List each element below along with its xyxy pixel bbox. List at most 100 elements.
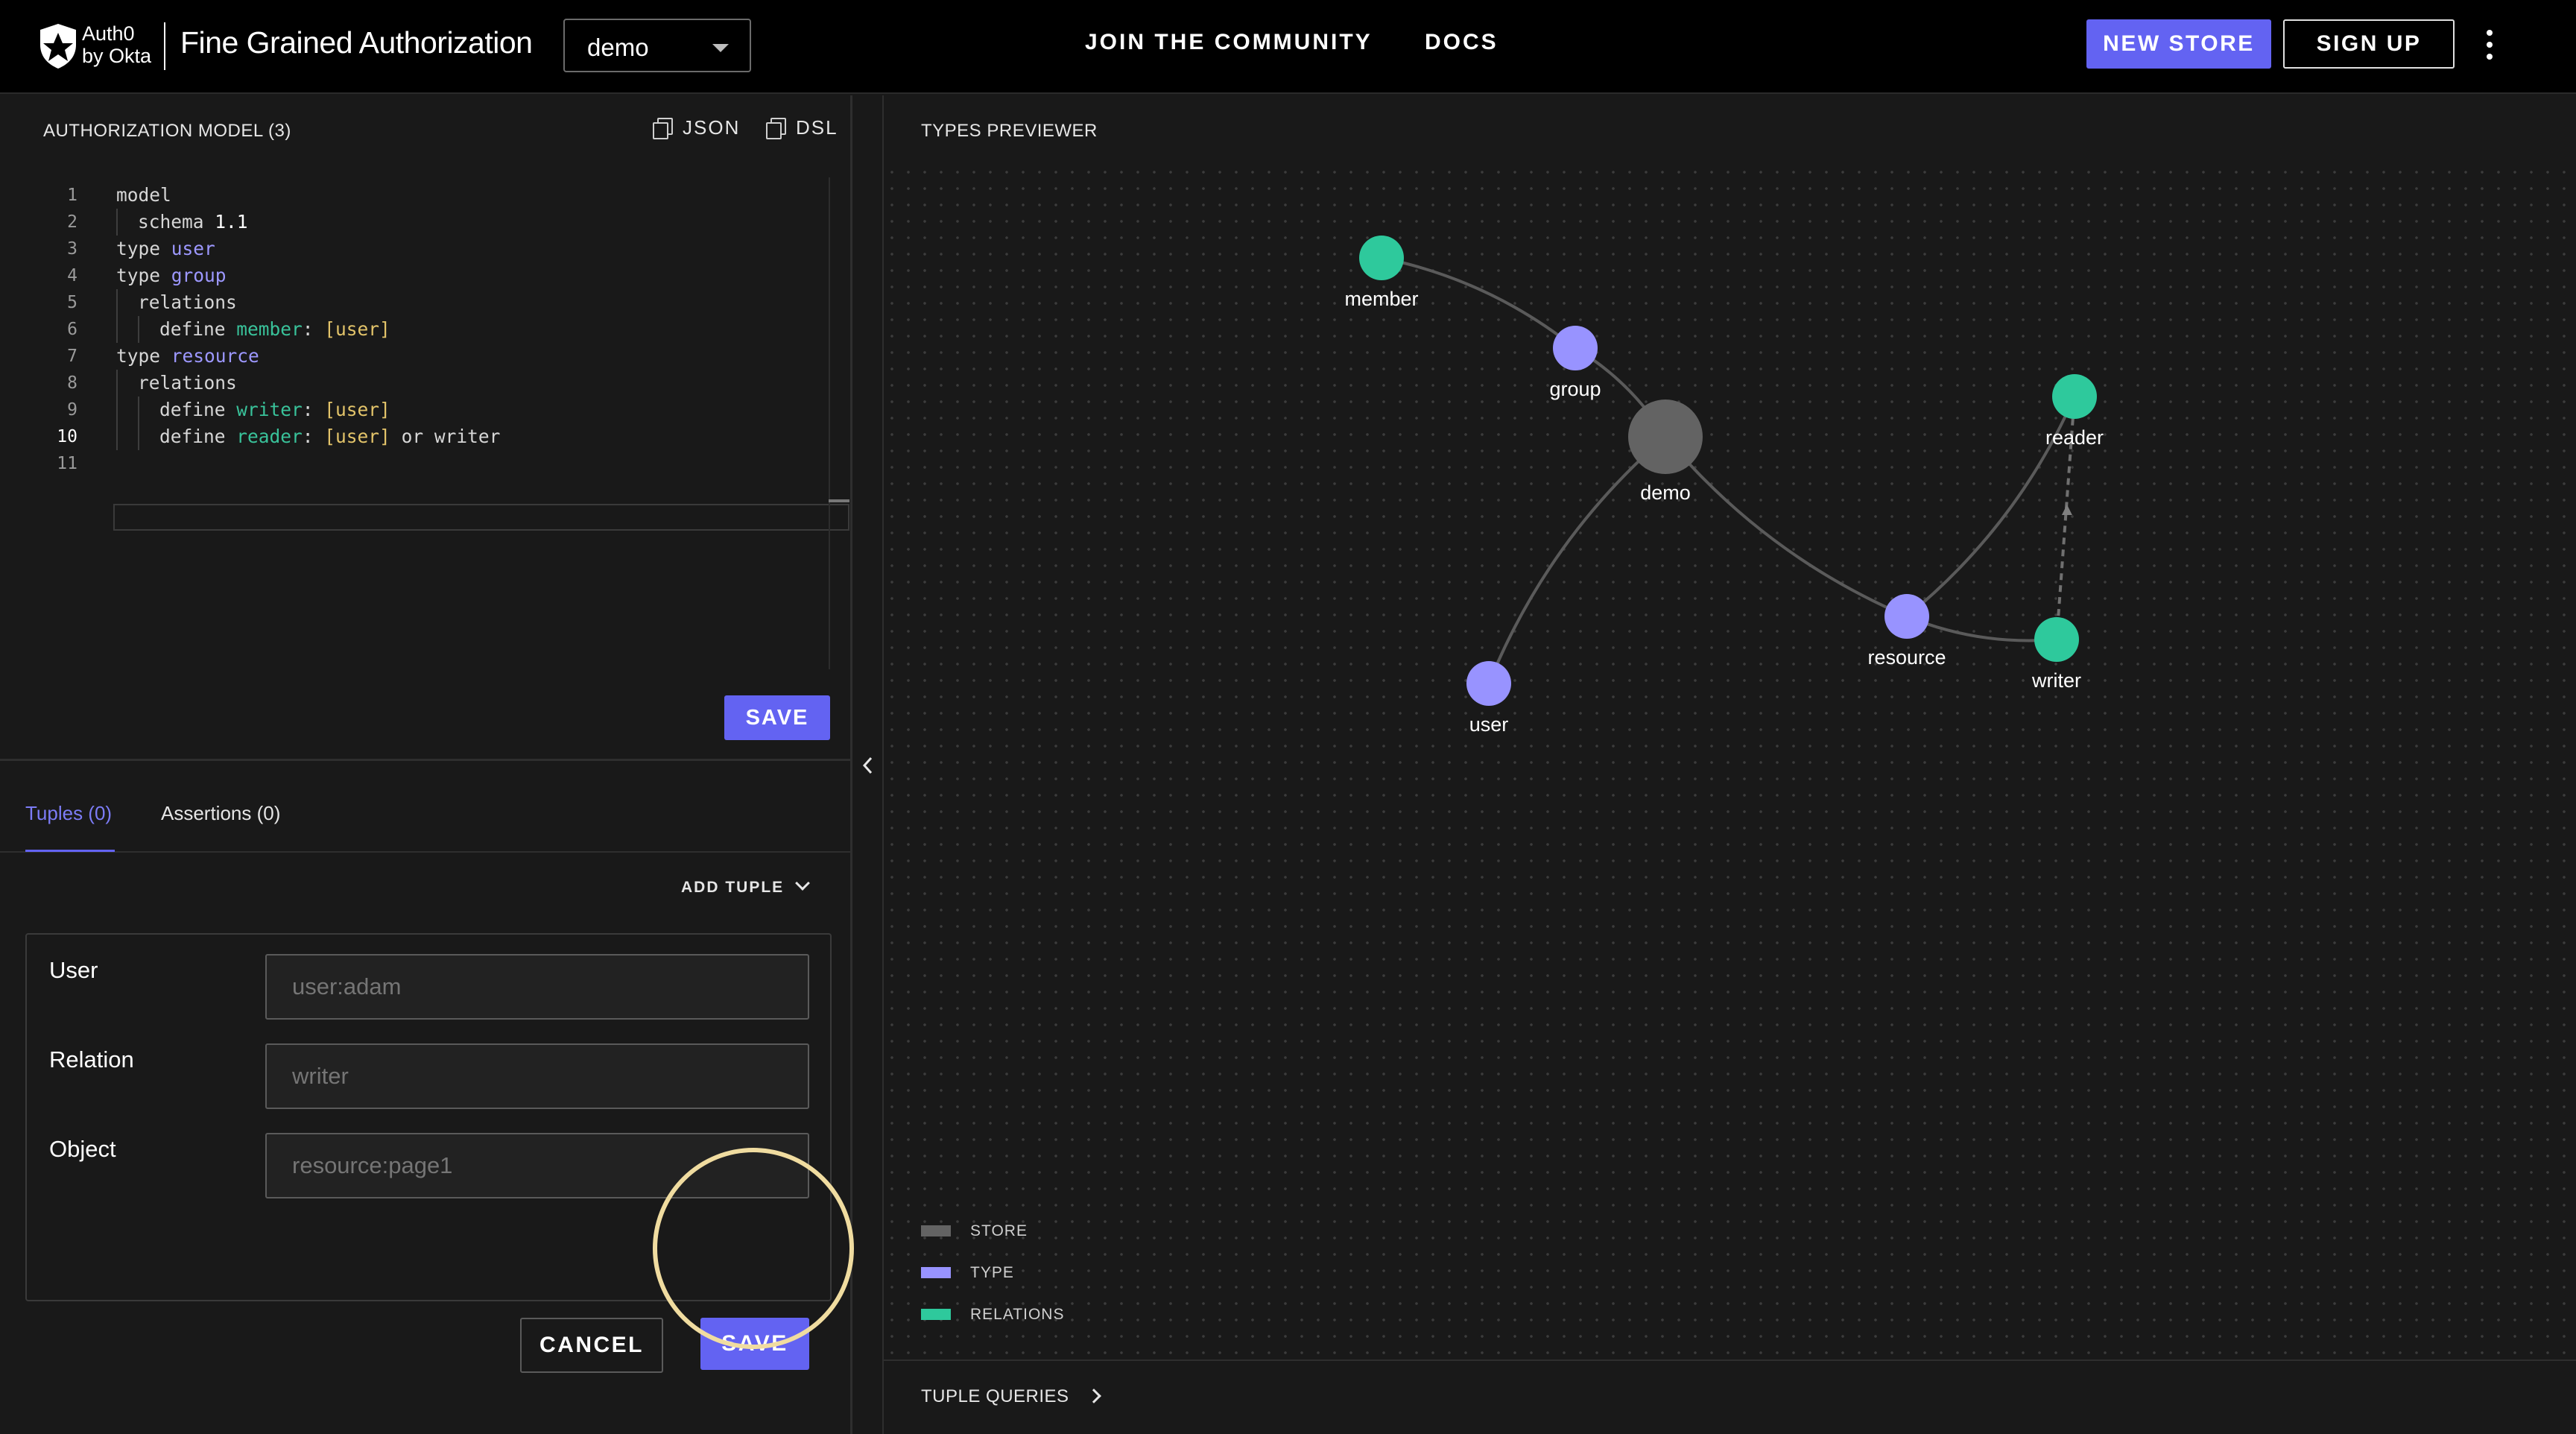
panel-divider — [0, 759, 852, 761]
graph-node-member[interactable] — [1359, 236, 1404, 280]
code-text: define member: [user] — [159, 318, 390, 340]
user-label: User — [49, 957, 98, 983]
line-number: 11 — [57, 454, 77, 473]
graph-node-label-demo: demo — [1640, 481, 1691, 504]
graph-node-user[interactable] — [1466, 661, 1511, 706]
code-text: schema 1.1 — [138, 211, 248, 233]
indent-guide — [138, 316, 139, 343]
line-number: 3 — [67, 239, 77, 259]
caret-down-icon — [712, 44, 729, 52]
save-tuple-button[interactable]: SAVE — [700, 1318, 809, 1370]
legend-store-swatch — [921, 1225, 951, 1236]
graph-node-label-member: member — [1344, 288, 1418, 310]
cancel-button[interactable]: CANCEL — [520, 1318, 663, 1373]
copy-dsl-label: DSL — [796, 116, 838, 139]
code-line[interactable]: 2 schema 1.1 — [0, 209, 852, 236]
legend-type: TYPE — [921, 1264, 1014, 1282]
indent-guide — [116, 289, 118, 316]
graph-node-writer[interactable] — [2034, 617, 2079, 662]
graph-node-label-resource: resource — [1867, 646, 1946, 669]
add-tuple-button[interactable]: ADD TUPLE — [681, 876, 811, 897]
code-line[interactable]: 11 — [0, 450, 852, 477]
graph-node-demo[interactable] — [1628, 399, 1703, 474]
chevron-left-icon[interactable] — [857, 754, 879, 777]
code-line[interactable]: 4 type group — [0, 262, 852, 289]
tuple-queries-label: TUPLE QUERIES — [921, 1386, 1069, 1406]
indent-guide — [116, 316, 118, 343]
graph-edge-demo-user — [1487, 435, 1667, 684]
line-number: 9 — [67, 400, 77, 420]
tuple-queries-divider — [884, 1359, 2576, 1361]
app-title: Fine Grained Authorization — [180, 25, 533, 60]
auth0-shield-icon[interactable] — [36, 22, 80, 70]
code-line[interactable]: 5 relations — [0, 289, 852, 316]
more-options-icon[interactable] — [2478, 27, 2501, 63]
legend-relations-swatch — [921, 1309, 951, 1320]
code-line[interactable]: 8 relations — [0, 370, 852, 397]
chevron-right-icon — [1086, 1389, 1101, 1403]
tab-assertions[interactable]: Assertions (0) — [161, 802, 280, 825]
code-line[interactable]: 6 define member: [user] — [0, 316, 852, 343]
legend-type-swatch — [921, 1267, 951, 1278]
code-editor[interactable]: 1 model 2 schema 1.1 3 type user 4 type group 5 r… — [0, 177, 852, 669]
legend-relations-label: RELATIONS — [970, 1306, 1065, 1323]
graph-node-reader[interactable] — [2052, 374, 2097, 419]
code-text: define writer: [user] — [159, 399, 390, 420]
store-select[interactable]: demo — [563, 19, 751, 72]
line-number: 5 — [67, 293, 77, 312]
types-graph-canvas[interactable]: demo group member user resource reader writer … — [884, 164, 2576, 1364]
code-line[interactable]: 7 type resource — [0, 343, 852, 370]
add-tuple-label: ADD TUPLE — [681, 879, 785, 896]
user-input[interactable] — [265, 954, 809, 1020]
tabs-divider — [0, 851, 852, 853]
brand-text: Auth0 by Okta — [82, 22, 151, 67]
code-text: model — [116, 184, 171, 206]
code-text: type group — [116, 265, 227, 286]
legend-relations: RELATIONS — [921, 1306, 1064, 1324]
graph-edge-demo-resource — [1664, 435, 1908, 618]
types-previewer-title: TYPES PREVIEWER — [921, 121, 1098, 141]
object-input[interactable] — [265, 1133, 809, 1198]
current-line-highlight — [113, 504, 849, 531]
indent-guide — [138, 423, 139, 450]
copy-icon — [766, 118, 786, 139]
code-text: define reader: [user] or writer — [159, 426, 501, 447]
left-panel: AUTHORIZATION MODEL (3) JSON DSL 1 model 2… — [0, 95, 852, 1434]
indent-guide — [116, 397, 118, 423]
save-model-button[interactable]: SAVE — [724, 695, 830, 740]
brand-line-2: by Okta — [82, 45, 152, 67]
nav-docs[interactable]: DOCS — [1425, 30, 1499, 55]
right-panel: TYPES PREVIEWER demo group member user resou… — [882, 95, 2576, 1434]
store-select-value: demo — [587, 34, 649, 61]
tuple-queries-toggle[interactable]: TUPLE QUERIES — [921, 1386, 1101, 1407]
relation-label: Relation — [49, 1046, 134, 1073]
nav-join-community[interactable]: JOIN THE COMMUNITY — [1085, 30, 1373, 55]
graph-node-label-group: group — [1549, 378, 1601, 400]
tab-tuples[interactable]: Tuples (0) — [25, 802, 112, 825]
brand-line-1: Auth0 — [82, 22, 135, 45]
copy-dsl-button[interactable]: DSL — [766, 116, 838, 146]
line-number: 6 — [67, 320, 77, 339]
code-line[interactable]: 10 define reader: [user] or writer — [0, 423, 852, 450]
code-line[interactable]: 1 model — [0, 182, 852, 209]
sign-up-button[interactable]: SIGN UP — [2283, 19, 2455, 69]
copy-json-button[interactable]: JSON — [653, 116, 740, 146]
code-text: relations — [138, 291, 237, 313]
code-line[interactable]: 3 type user — [0, 236, 852, 262]
authorization-model-title: AUTHORIZATION MODEL (3) — [43, 121, 291, 141]
active-tab-indicator — [25, 850, 115, 852]
line-number: 4 — [67, 266, 77, 285]
graph-node-group[interactable] — [1553, 326, 1598, 370]
indent-guide — [138, 397, 139, 423]
relation-input[interactable] — [265, 1043, 809, 1109]
code-text: relations — [138, 372, 237, 394]
object-label: Object — [49, 1136, 116, 1162]
new-store-button[interactable]: NEW STORE — [2086, 19, 2271, 69]
graph-node-resource[interactable] — [1884, 594, 1929, 639]
line-number: 10 — [57, 427, 77, 446]
indent-guide — [116, 209, 118, 236]
code-line[interactable]: 9 define writer: [user] — [0, 397, 852, 423]
types-graph[interactable]: demo group member user resource reader writer — [884, 164, 2576, 1356]
legend-store-label: STORE — [970, 1222, 1028, 1239]
legend-type-label: TYPE — [970, 1264, 1014, 1281]
